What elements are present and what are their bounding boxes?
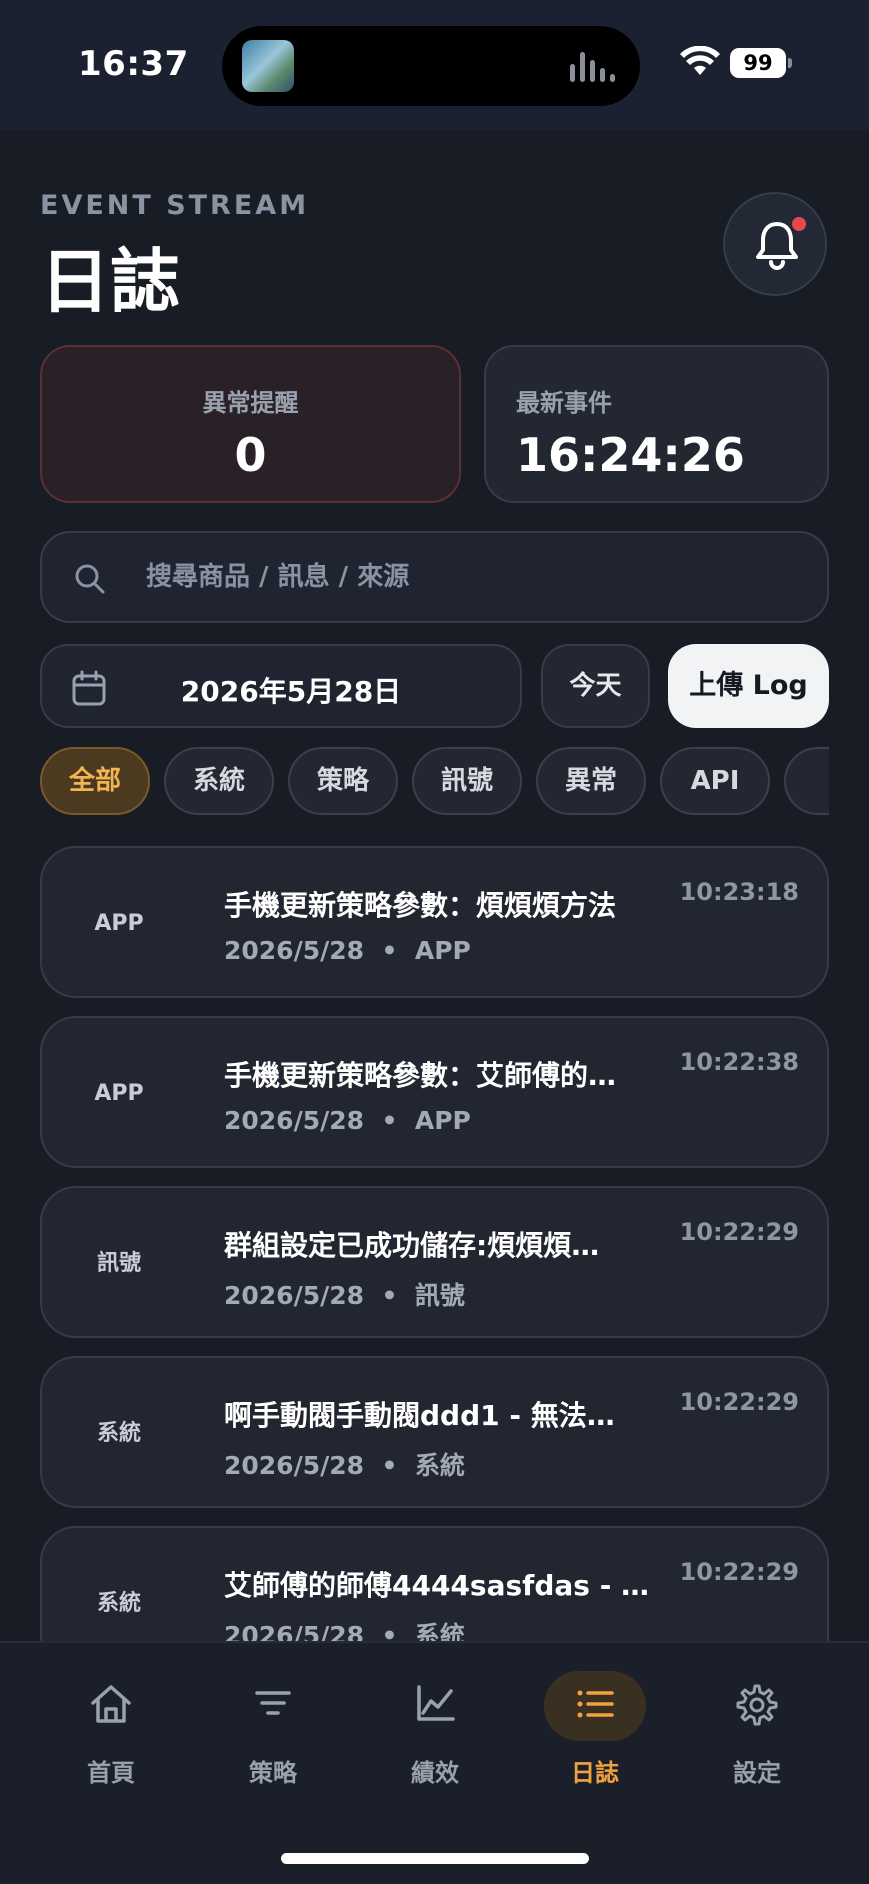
- filter-chip-system[interactable]: 系統: [164, 747, 274, 815]
- nav-logs-label: 日誌: [571, 1759, 619, 1787]
- home-icon: [91, 1685, 131, 1723]
- alert-stat-card: 異常提醒 0: [40, 345, 461, 503]
- notifications-button[interactable]: [723, 192, 827, 296]
- latest-event-card: 最新事件 16:24:26: [484, 345, 829, 503]
- log-date: 2026/5/28: [224, 1106, 365, 1135]
- nav-strategy[interactable]: 策略: [218, 1671, 328, 1788]
- log-tag: 訊號: [96, 1251, 141, 1276]
- filter-chip-all[interactable]: 全部: [40, 747, 150, 815]
- filter-chip-strategy[interactable]: 策略: [288, 747, 398, 815]
- log-item[interactable]: 訊號 群組設定已成功儲存:煩煩煩… 2026/5/28 • 訊號 10:22:2…: [40, 1186, 829, 1338]
- upload-log-button[interactable]: 上傳 Log: [668, 644, 829, 728]
- log-title: 艾師傅的師傅4444sasfdas - …: [224, 1569, 650, 1602]
- log-title: 手機更新策略參數：煩煩煩方法: [224, 889, 617, 922]
- meta-separator: •: [381, 1281, 398, 1310]
- log-meta: 2026/5/28 • APP: [224, 1106, 471, 1135]
- meta-separator: •: [381, 936, 398, 965]
- log-tag: 系統: [96, 1421, 141, 1446]
- bottom-nav: 首頁 策略 績效 日誌 設定: [0, 1641, 869, 1884]
- log-tag: APP: [94, 1081, 144, 1106]
- latest-event-value: 16:24:26: [516, 428, 745, 482]
- gear-icon: [736, 1684, 778, 1726]
- log-tag: APP: [94, 911, 144, 936]
- log-time: 10:22:29: [679, 1218, 799, 1246]
- nav-performance-label: 績效: [411, 1759, 459, 1787]
- dynamic-island: [222, 26, 640, 106]
- now-playing-artwork: [242, 40, 294, 92]
- notification-badge: [789, 214, 809, 234]
- home-indicator: [281, 1853, 589, 1864]
- log-title: 手機更新策略參數：艾師傅的…: [224, 1059, 617, 1092]
- audio-wave-icon: [570, 52, 618, 82]
- nav-home-label: 首頁: [87, 1759, 135, 1787]
- page-eyebrow: EVENT STREAM: [40, 190, 310, 221]
- meta-separator: •: [381, 1106, 398, 1135]
- log-meta: 2026/5/28 • 系統: [224, 1446, 465, 1482]
- log-item[interactable]: 系統 啊手動閥手動閥ddd1 - 無法… 2026/5/28 • 系統 10:2…: [40, 1356, 829, 1508]
- date-picker[interactable]: 2026年5月28日: [40, 644, 522, 728]
- log-time: 10:22:38: [679, 1048, 799, 1076]
- meta-separator: •: [381, 1451, 398, 1480]
- nav-settings[interactable]: 設定: [702, 1671, 812, 1788]
- list-icon: [577, 1690, 614, 1718]
- alert-stat-label: 異常提醒: [202, 389, 299, 417]
- selected-date: 2026年5月28日: [180, 675, 402, 708]
- log-time: 10:22:29: [679, 1558, 799, 1586]
- log-source: APP: [414, 936, 471, 965]
- filter-chip-row[interactable]: 全部系統策略訊號異常APIA: [40, 747, 829, 815]
- log-title: 群組設定已成功儲存:煩煩煩…: [224, 1229, 600, 1262]
- search-input[interactable]: [146, 533, 806, 621]
- line-chart-icon: [417, 1685, 455, 1721]
- log-item[interactable]: APP 手機更新策略參數：煩煩煩方法 2026/5/28 • APP 10:23…: [40, 846, 829, 998]
- log-tag: 系統: [96, 1591, 141, 1616]
- log-date: 2026/5/28: [224, 1281, 365, 1310]
- filter-chip-signal[interactable]: 訊號: [412, 747, 522, 815]
- log-source: 系統: [414, 1451, 465, 1480]
- nav-performance[interactable]: 績效: [380, 1671, 490, 1788]
- battery-indicator: 99: [730, 48, 792, 78]
- log-source: 訊號: [414, 1281, 465, 1310]
- status-time: 16:37: [78, 44, 189, 84]
- log-time: 10:22:29: [679, 1388, 799, 1416]
- filter-chip-more[interactable]: A: [784, 747, 829, 815]
- filter-chip-anomaly[interactable]: 異常: [536, 747, 646, 815]
- wifi-icon: [680, 46, 720, 75]
- nav-settings-label: 設定: [733, 1759, 781, 1787]
- filter-chip-api[interactable]: API: [660, 747, 770, 815]
- status-bar: 16:37 99: [0, 0, 869, 130]
- log-meta: 2026/5/28 • 訊號: [224, 1276, 465, 1312]
- latest-event-label: 最新事件: [516, 389, 612, 417]
- log-date: 2026/5/28: [224, 936, 365, 965]
- nav-strategy-label: 策略: [249, 1759, 297, 1787]
- log-time: 10:23:18: [679, 878, 799, 906]
- log-source: APP: [414, 1106, 471, 1135]
- today-button[interactable]: 今天: [541, 644, 650, 728]
- search-icon: [75, 564, 105, 594]
- nav-logs[interactable]: 日誌: [540, 1671, 650, 1788]
- log-item[interactable]: APP 手機更新策略參數：艾師傅的… 2026/5/28 • APP 10:22…: [40, 1016, 829, 1168]
- log-title: 啊手動閥手動閥ddd1 - 無法…: [224, 1399, 615, 1432]
- filter-icon: [255, 1691, 291, 1715]
- search-box[interactable]: [40, 531, 829, 623]
- page-title: 日誌: [40, 241, 180, 323]
- log-meta: 2026/5/28 • APP: [224, 936, 471, 965]
- nav-home[interactable]: 首頁: [56, 1671, 166, 1788]
- log-date: 2026/5/28: [224, 1451, 365, 1480]
- alert-stat-value: 0: [234, 428, 267, 482]
